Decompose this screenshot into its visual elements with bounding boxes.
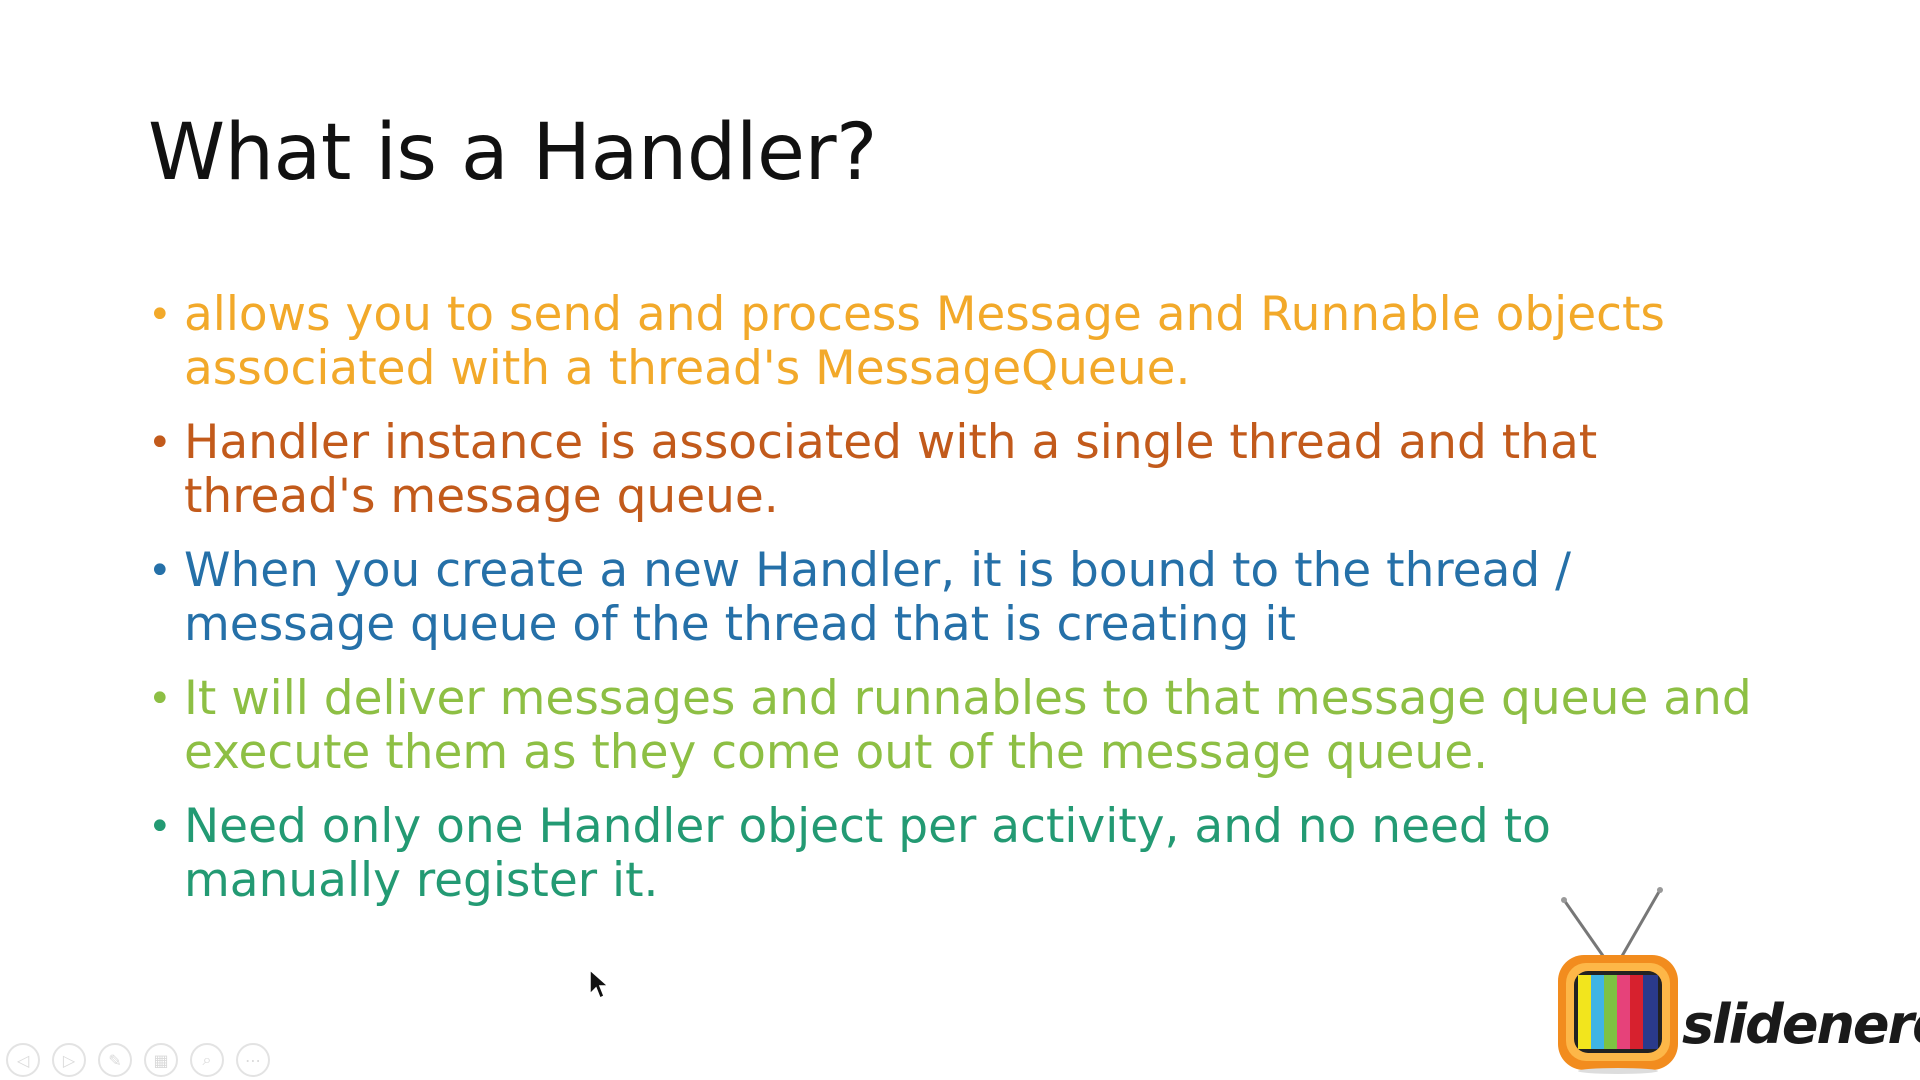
arrow-right-icon: ▷ xyxy=(62,1050,76,1070)
bullet-dot-icon: • xyxy=(148,292,172,338)
slidenerd-logo: slidenerd xyxy=(1548,885,1920,1080)
bullet-dot-icon: • xyxy=(148,548,172,594)
bullet-item: • allows you to send and process Message… xyxy=(148,288,1768,396)
grid-icon: ▦ xyxy=(153,1050,169,1070)
magnifier-icon: ⌕ xyxy=(202,1050,212,1069)
bullet-item: • It will deliver messages and runnables… xyxy=(148,672,1768,780)
bullet-text: Handler instance is associated with a si… xyxy=(184,415,1598,524)
tv-icon xyxy=(1558,887,1678,1074)
next-slide-button[interactable]: ▷ xyxy=(52,1043,86,1077)
previous-slide-button[interactable]: ◁ xyxy=(6,1043,40,1077)
zoom-button[interactable]: ⌕ xyxy=(190,1043,224,1077)
bullet-dot-icon: • xyxy=(148,676,172,722)
bullet-item: • Handler instance is associated with a … xyxy=(148,416,1768,524)
bullet-text: Need only one Handler object per activit… xyxy=(184,799,1551,908)
mouse-cursor-icon xyxy=(588,968,612,1002)
more-options-button[interactable]: ⋯ xyxy=(236,1043,270,1077)
bullet-text: When you create a new Handler, it is bou… xyxy=(184,543,1571,652)
bullet-item: • Need only one Handler object per activ… xyxy=(148,800,1768,908)
bullet-text: allows you to send and process Message a… xyxy=(184,287,1665,396)
slideshow-toolbar: ◁ ▷ ✎ ▦ ⌕ ⋯ xyxy=(6,1043,270,1077)
pen-tool-button[interactable]: ✎ xyxy=(98,1043,132,1077)
slide-title: What is a Handler? xyxy=(148,108,877,198)
see-all-slides-button[interactable]: ▦ xyxy=(144,1043,178,1077)
bullet-text: It will deliver messages and runnables t… xyxy=(184,671,1752,780)
presentation-slide: What is a Handler? • allows you to send … xyxy=(0,0,1920,1080)
bullet-list: • allows you to send and process Message… xyxy=(148,288,1768,928)
bullet-dot-icon: • xyxy=(148,804,172,850)
bullet-item: • When you create a new Handler, it is b… xyxy=(148,544,1768,652)
ellipsis-icon: ⋯ xyxy=(245,1050,261,1070)
bullet-dot-icon: • xyxy=(148,420,172,466)
brand-text: slidenerd xyxy=(1682,993,1920,1056)
pen-icon: ✎ xyxy=(108,1050,122,1070)
arrow-left-icon: ◁ xyxy=(16,1050,30,1070)
